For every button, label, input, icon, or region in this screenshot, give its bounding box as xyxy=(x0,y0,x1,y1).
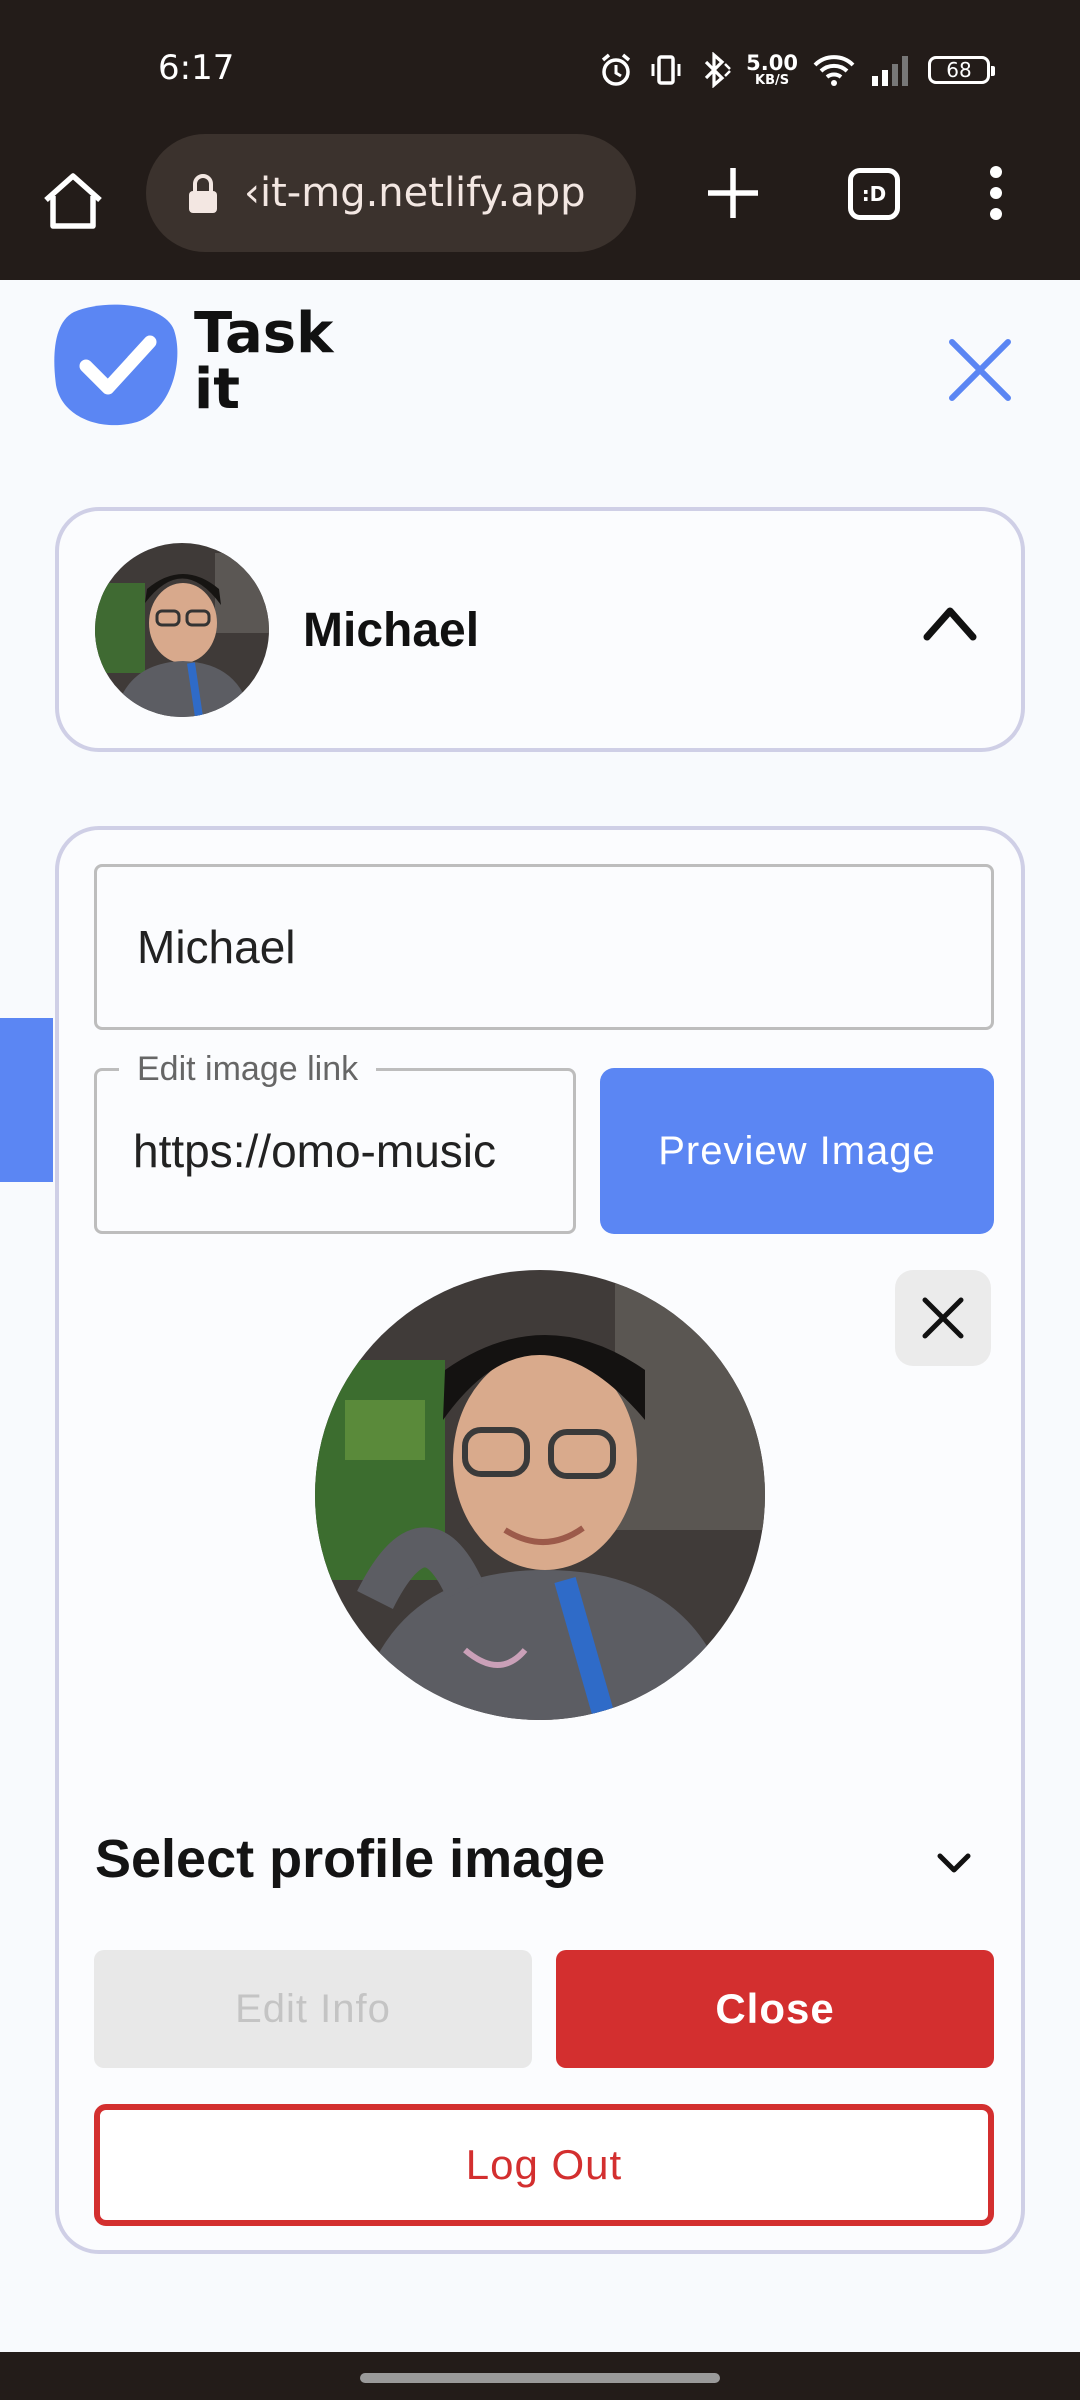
close-menu-icon[interactable] xyxy=(946,336,1014,404)
address-bar[interactable]: ‹it-mg.netlify.app xyxy=(146,134,636,252)
edit-info-button[interactable]: Edit Info xyxy=(94,1950,532,2068)
remove-image-button[interactable] xyxy=(895,1270,991,1366)
more-vert-icon[interactable] xyxy=(976,160,1016,226)
edit-profile-card: Edit image link Preview Image Select pro… xyxy=(55,826,1025,2254)
bluetooth-icon xyxy=(705,52,732,88)
status-icons: 5.00 KB/S 68 xyxy=(598,48,995,92)
lock-icon xyxy=(189,174,217,213)
brand-line-1: Task xyxy=(194,301,334,366)
select-profile-image-label[interactable]: Select profile image xyxy=(95,1828,605,1890)
net-speed-unit: KB/S xyxy=(755,73,790,88)
signal-icon xyxy=(872,56,908,86)
preview-image-button[interactable]: Preview Image xyxy=(600,1068,994,1234)
home-icon[interactable] xyxy=(38,166,108,236)
logo-icon xyxy=(54,304,178,426)
network-speed: 5.00 KB/S xyxy=(746,51,798,88)
status-bar: 6:17 5.00 KB/S 68 xyxy=(0,0,1080,140)
brand-line-2: it xyxy=(194,357,240,422)
user-card[interactable]: Michael xyxy=(55,507,1025,752)
new-tab-icon[interactable] xyxy=(700,160,766,226)
image-link-input[interactable] xyxy=(97,1071,573,1231)
log-out-button[interactable]: Log Out xyxy=(94,2104,994,2226)
name-input[interactable] xyxy=(94,864,994,1030)
user-name: Michael xyxy=(303,604,480,657)
profile-image-preview xyxy=(315,1270,765,1720)
vibrate-icon xyxy=(651,55,681,85)
tabs-button[interactable]: :D xyxy=(848,168,900,220)
side-tab[interactable] xyxy=(0,1018,53,1182)
chevron-up-icon[interactable] xyxy=(921,599,979,645)
url-text: ‹it-mg.netlify.app xyxy=(244,170,586,216)
chevron-down-icon[interactable] xyxy=(935,1848,973,1878)
net-speed-value: 5.00 xyxy=(746,51,798,75)
system-nav-bar xyxy=(0,2352,1080,2400)
wifi-icon xyxy=(813,55,855,86)
image-link-field[interactable]: Edit image link xyxy=(94,1049,576,1234)
brand-name: Task it xyxy=(194,306,333,418)
alarm-icon xyxy=(602,53,631,86)
close-icon xyxy=(922,1297,964,1339)
gesture-handle[interactable] xyxy=(360,2373,720,2383)
status-time: 6:17 xyxy=(158,48,235,88)
avatar xyxy=(95,543,269,717)
battery-icon: 68 xyxy=(928,56,995,84)
close-button[interactable]: Close xyxy=(556,1950,994,2068)
